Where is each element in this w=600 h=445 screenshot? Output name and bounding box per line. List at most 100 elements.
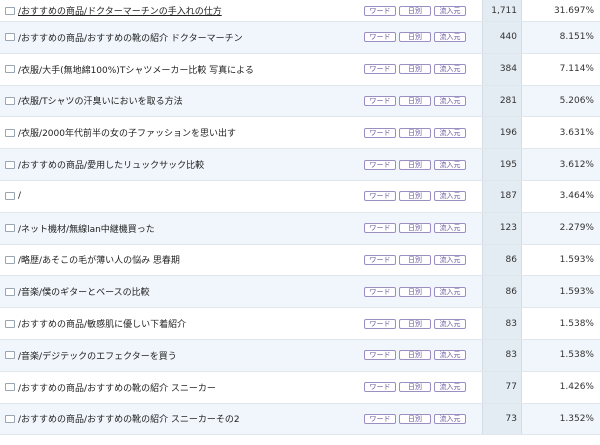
page-link[interactable]: /ネット機材/無線lan中継機買った bbox=[18, 222, 155, 235]
word-button[interactable]: ワード bbox=[364, 191, 396, 202]
word-button[interactable]: ワード bbox=[364, 5, 396, 16]
page-cell: /ネット機材/無線lan中継機買った bbox=[0, 213, 360, 244]
page-link[interactable]: /おすすめの商品/おすすめの靴の紹介 ドクターマーチン bbox=[18, 31, 243, 44]
referrer-button[interactable]: 流入元 bbox=[434, 159, 466, 170]
view-percent: 1.426% bbox=[559, 382, 594, 393]
referrer-button[interactable]: 流入元 bbox=[434, 95, 466, 106]
view-count: 123 bbox=[482, 212, 521, 244]
column-divider bbox=[482, 85, 483, 117]
word-button[interactable]: ワード bbox=[364, 159, 396, 170]
view-percent: 1.538% bbox=[559, 350, 594, 361]
page-link[interactable]: /音楽/僕のギターとベースの比較 bbox=[18, 285, 150, 298]
referrer-button[interactable]: 流入元 bbox=[434, 191, 466, 202]
page-link[interactable]: /おすすめの商品/おすすめの靴の紹介 スニーカーその2 bbox=[18, 412, 240, 425]
referrer-button[interactable]: 流入元 bbox=[434, 127, 466, 138]
word-button[interactable]: ワード bbox=[364, 127, 396, 138]
referrer-button[interactable]: 流入元 bbox=[434, 223, 466, 234]
page-link[interactable]: /おすすめの商品/愛用したリュックサック比較 bbox=[18, 158, 204, 171]
page-link[interactable]: /おすすめの商品/敏感肌に優しい下着紹介 bbox=[18, 317, 186, 330]
word-button[interactable]: ワード bbox=[364, 413, 396, 424]
page-cell: /おすすめの商品/敏感肌に優しい下着紹介 bbox=[0, 308, 360, 339]
page-link[interactable]: /音楽/デジテックのエフェクターを買う bbox=[18, 349, 177, 362]
daily-button[interactable]: 日別 bbox=[399, 223, 431, 234]
page-icon bbox=[5, 319, 15, 328]
view-percent: 7.114% bbox=[559, 64, 594, 75]
referrer-button[interactable]: 流入元 bbox=[434, 5, 466, 16]
view-count: 83 bbox=[482, 339, 521, 371]
tools-cell: ワード 日別 流入元 bbox=[364, 86, 480, 117]
page-link[interactable]: /衣服/大手(無地綿100%)Tシャツメーカー比較 写真による bbox=[18, 63, 254, 76]
column-divider bbox=[482, 53, 483, 85]
view-percent: 1.593% bbox=[559, 286, 594, 297]
view-percent: 3.631% bbox=[559, 127, 594, 138]
table-row: /略歴/あそこの毛が薄い人の悩み 思春期 ワード 日別 流入元 86 1.593% bbox=[0, 244, 600, 277]
page-cell: /衣服/Tシャツの汗臭いにおいを取る方法 bbox=[0, 86, 360, 117]
view-percent: 1.538% bbox=[559, 318, 594, 329]
daily-button[interactable]: 日別 bbox=[399, 64, 431, 75]
referrer-button[interactable]: 流入元 bbox=[434, 413, 466, 424]
page-link[interactable]: /衣服/Tシャツの汗臭いにおいを取る方法 bbox=[18, 94, 183, 107]
daily-button[interactable]: 日別 bbox=[399, 95, 431, 106]
daily-button[interactable]: 日別 bbox=[399, 191, 431, 202]
page-link[interactable]: /衣服/2000年代前半の女の子ファッションを思い出す bbox=[18, 126, 236, 139]
daily-button[interactable]: 日別 bbox=[399, 254, 431, 265]
word-button[interactable]: ワード bbox=[364, 350, 396, 361]
view-count: 440 bbox=[482, 22, 521, 53]
daily-button[interactable]: 日別 bbox=[399, 159, 431, 170]
daily-button[interactable]: 日別 bbox=[399, 318, 431, 329]
daily-button[interactable]: 日別 bbox=[399, 413, 431, 424]
page-link[interactable]: / bbox=[18, 191, 21, 201]
page-icon bbox=[5, 6, 15, 15]
page-link[interactable]: /おすすめの商品/おすすめの靴の紹介 スニーカー bbox=[18, 381, 216, 394]
referrer-button[interactable]: 流入元 bbox=[434, 254, 466, 265]
daily-button[interactable]: 日別 bbox=[399, 382, 431, 393]
column-divider bbox=[521, 371, 522, 403]
word-button[interactable]: ワード bbox=[364, 318, 396, 329]
tools-cell: ワード 日別 流入元 bbox=[364, 404, 480, 435]
tools-cell: ワード 日別 流入元 bbox=[364, 117, 480, 148]
view-percent: 3.612% bbox=[559, 159, 594, 170]
daily-button[interactable]: 日別 bbox=[399, 286, 431, 297]
word-button[interactable]: ワード bbox=[364, 223, 396, 234]
page-link[interactable]: /略歴/あそこの毛が薄い人の悩み 思春期 bbox=[18, 253, 180, 266]
referrer-button[interactable]: 流入元 bbox=[434, 64, 466, 75]
view-count: 384 bbox=[482, 53, 521, 85]
view-count: 196 bbox=[482, 117, 521, 149]
daily-button[interactable]: 日別 bbox=[399, 5, 431, 16]
referrer-button[interactable]: 流入元 bbox=[434, 32, 466, 43]
word-button[interactable]: ワード bbox=[364, 95, 396, 106]
referrer-button[interactable]: 流入元 bbox=[434, 350, 466, 361]
column-divider bbox=[482, 339, 483, 371]
word-button[interactable]: ワード bbox=[364, 254, 396, 265]
column-divider bbox=[521, 22, 522, 53]
daily-button[interactable]: 日別 bbox=[399, 127, 431, 138]
daily-button[interactable]: 日別 bbox=[399, 350, 431, 361]
view-count: 77 bbox=[482, 371, 521, 403]
page-icon bbox=[5, 192, 15, 201]
page-cell: /略歴/あそこの毛が薄い人の悩み 思春期 bbox=[0, 245, 360, 276]
page-cell: /おすすめの商品/ドクターマーチンの手入れの仕方 bbox=[0, 0, 360, 21]
page-cell: /衣服/大手(無地綿100%)Tシャツメーカー比較 写真による bbox=[0, 54, 360, 85]
tools-cell: ワード 日別 流入元 bbox=[364, 245, 480, 276]
view-count: 73 bbox=[482, 403, 521, 435]
referrer-button[interactable]: 流入元 bbox=[434, 286, 466, 297]
page-cell: /おすすめの商品/愛用したリュックサック比較 bbox=[0, 149, 360, 180]
column-divider bbox=[521, 53, 522, 85]
page-cell: /音楽/僕のギターとベースの比較 bbox=[0, 276, 360, 307]
referrer-button[interactable]: 流入元 bbox=[434, 318, 466, 329]
word-button[interactable]: ワード bbox=[364, 32, 396, 43]
referrer-button[interactable]: 流入元 bbox=[434, 382, 466, 393]
table-row: /おすすめの商品/愛用したリュックサック比較 ワード 日別 流入元 195 3.612% bbox=[0, 149, 600, 181]
table-row: /おすすめの商品/ドクターマーチンの手入れの仕方 ワード 日別 流入元 1,711 31.… bbox=[0, 0, 600, 22]
word-button[interactable]: ワード bbox=[364, 382, 396, 393]
column-divider bbox=[482, 180, 483, 212]
word-button[interactable]: ワード bbox=[364, 286, 396, 297]
column-divider bbox=[482, 212, 483, 244]
view-percent: 3.464% bbox=[559, 191, 594, 202]
page-cell: /おすすめの商品/おすすめの靴の紹介 スニーカー bbox=[0, 372, 360, 403]
tools-cell: ワード 日別 流入元 bbox=[364, 340, 480, 371]
page-link[interactable]: /おすすめの商品/ドクターマーチンの手入れの仕方 bbox=[18, 4, 222, 17]
word-button[interactable]: ワード bbox=[364, 64, 396, 75]
view-count: 187 bbox=[482, 180, 521, 212]
daily-button[interactable]: 日別 bbox=[399, 32, 431, 43]
